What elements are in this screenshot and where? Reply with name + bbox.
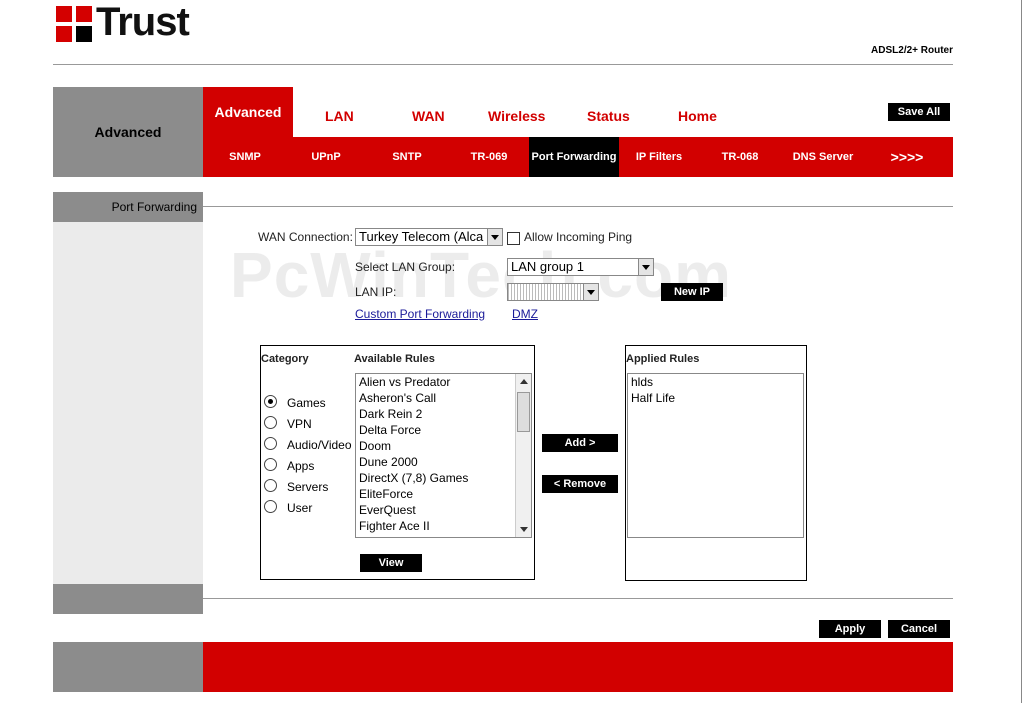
chevron-down-icon (487, 229, 502, 245)
add-rule-button[interactable]: Add > (542, 434, 618, 452)
lan-group-select[interactable]: LAN group 1 (507, 258, 654, 276)
tab-wan[interactable]: WAN (412, 108, 445, 124)
allow-ping-checkbox[interactable] (507, 232, 520, 245)
section-title-text: Advanced (94, 124, 162, 140)
tab-lan[interactable]: LAN (325, 108, 354, 124)
available-rules-header: Available Rules (354, 353, 435, 365)
category-games-radio[interactable] (264, 395, 277, 408)
section-divider (203, 206, 953, 207)
left-panel-footer (53, 584, 203, 614)
wan-connection-label: WAN Connection: (258, 230, 353, 244)
subtab-tr069[interactable]: TR-069 (449, 137, 529, 177)
category-audio-video-radio[interactable] (264, 437, 277, 450)
category-audio-video-label: Audio/Video (287, 438, 352, 452)
category-header: Category (261, 353, 309, 365)
available-rules-list[interactable]: Alien vs Predator Asheron's Call Dark Re… (355, 373, 532, 538)
section-label-text: Port Forwarding (111, 200, 197, 214)
lan-group-value: LAN group 1 (511, 259, 584, 274)
main-tabs: Advanced LAN WAN Wireless Status Home (203, 87, 953, 137)
available-rules-scrollbar[interactable] (515, 374, 531, 537)
footer-left-band (53, 642, 203, 692)
tab-advanced[interactable]: Advanced (203, 87, 293, 137)
list-item[interactable]: EverQuest (356, 502, 531, 518)
allow-ping-label: Allow Incoming Ping (524, 230, 633, 244)
list-item[interactable]: Doom (356, 438, 531, 454)
list-item[interactable]: EliteForce (356, 486, 531, 502)
tab-home[interactable]: Home (678, 108, 717, 124)
lan-ip-label: LAN IP: (355, 285, 397, 299)
custom-port-forwarding-link[interactable]: Custom Port Forwarding (355, 307, 485, 321)
lan-group-label: Select LAN Group: (355, 260, 456, 274)
tab-wireless[interactable]: Wireless (488, 108, 545, 124)
wan-connection-select[interactable]: Turkey Telecom (Alca (355, 228, 503, 246)
list-item[interactable]: DirectX (7,8) Games (356, 470, 531, 486)
list-item[interactable]: Dune 2000 (356, 454, 531, 470)
section-label: Port Forwarding (53, 192, 203, 222)
applied-rules-header: Applied Rules (626, 353, 700, 365)
chevron-down-icon (638, 259, 653, 275)
category-games-label: Games (287, 396, 326, 410)
category-servers-radio[interactable] (264, 479, 277, 492)
list-item[interactable]: Alien vs Predator (356, 374, 531, 390)
remove-rule-button[interactable]: < Remove (542, 475, 618, 493)
subtab-tr068[interactable]: TR-068 (699, 137, 781, 177)
category-apps-label: Apps (287, 459, 315, 473)
scroll-up-icon[interactable] (516, 374, 531, 389)
sub-tabs: SNMP UPnP SNTP TR-069 Port Forwarding IP… (203, 137, 953, 177)
list-item[interactable]: Delta Force (356, 422, 531, 438)
subtab-port-forwarding[interactable]: Port Forwarding (529, 137, 619, 177)
header-divider (53, 64, 953, 65)
apply-button[interactable]: Apply (819, 620, 881, 638)
subtab-ip-filters[interactable]: IP Filters (619, 137, 699, 177)
watermark: PcWinTech.com (230, 239, 732, 311)
cancel-button[interactable]: Cancel (888, 620, 950, 638)
section-title: Advanced (53, 87, 203, 177)
tab-status[interactable]: Status (587, 108, 630, 124)
list-item[interactable]: Asheron's Call (356, 390, 531, 406)
footer-divider (203, 598, 953, 599)
router-model: ADSL2/2+ Router (871, 45, 953, 56)
subtab-snmp[interactable]: SNMP (203, 137, 287, 177)
category-apps-radio[interactable] (264, 458, 277, 471)
chevron-down-icon (583, 284, 598, 300)
brand-name: Trust (96, 0, 190, 44)
subtab-dns-server[interactable]: DNS Server (781, 137, 865, 177)
list-item[interactable]: Half Life (628, 390, 803, 406)
category-user-label: User (287, 501, 313, 515)
subtab-upnp[interactable]: UPnP (287, 137, 365, 177)
dmz-link[interactable]: DMZ (512, 307, 538, 321)
lan-ip-select[interactable] (507, 283, 599, 301)
subtab-more[interactable]: >>>> (865, 137, 949, 177)
trust-logo-icon (56, 6, 92, 42)
list-item[interactable]: hlds (628, 374, 803, 390)
view-button[interactable]: View (360, 554, 422, 572)
scroll-down-icon[interactable] (516, 522, 531, 537)
footer-red-band (203, 642, 953, 692)
list-item[interactable]: Dark Rein 2 (356, 406, 531, 422)
list-item[interactable]: Fighter Ace II (356, 518, 531, 534)
subtab-sntp[interactable]: SNTP (365, 137, 449, 177)
wan-connection-value: Turkey Telecom (Alca (359, 229, 484, 244)
left-panel (53, 222, 203, 584)
scroll-thumb[interactable] (517, 392, 530, 432)
category-user-radio[interactable] (264, 500, 277, 513)
new-ip-button[interactable]: New IP (661, 283, 723, 301)
category-vpn-radio[interactable] (264, 416, 277, 429)
category-vpn-label: VPN (287, 417, 312, 431)
save-all-button[interactable]: Save All (888, 103, 950, 121)
applied-rules-list[interactable]: hlds Half Life (627, 373, 804, 538)
category-servers-label: Servers (287, 480, 329, 494)
